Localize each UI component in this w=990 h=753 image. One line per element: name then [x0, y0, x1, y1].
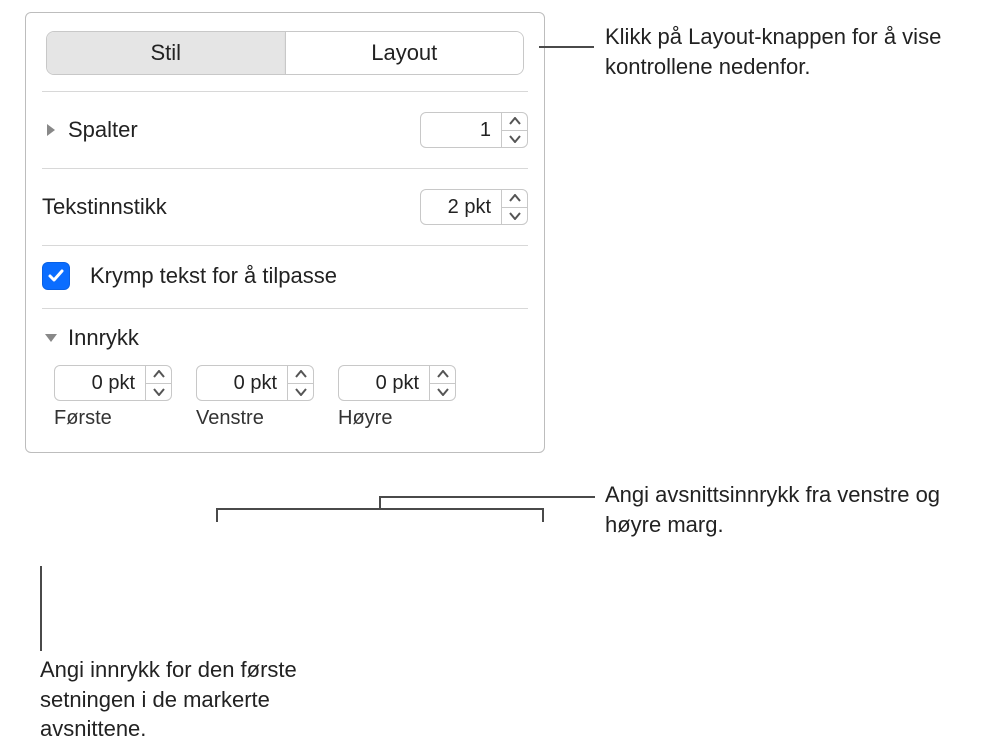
- tab-layout[interactable]: Layout: [285, 32, 524, 74]
- indent-right-stepper[interactable]: 0 pkt: [338, 365, 456, 401]
- lead-line: [539, 46, 594, 48]
- stepper-down-icon[interactable]: [502, 130, 527, 148]
- indent-first-value[interactable]: 0 pkt: [55, 366, 145, 400]
- callout-layout: Klikk på Layout-knappen for å vise kontr…: [605, 22, 975, 81]
- indent-left-value[interactable]: 0 pkt: [197, 366, 287, 400]
- stepper-up-icon[interactable]: [502, 113, 527, 130]
- callout-margins: Angi avsnittsinnrykk fra venstre og høyr…: [605, 480, 975, 539]
- stepper-up-icon[interactable]: [430, 366, 455, 383]
- columns-stepper[interactable]: 1: [420, 112, 528, 148]
- indent-left-label: Venstre: [196, 407, 264, 430]
- indent-right-col: 0 pkt Høyre: [338, 365, 456, 430]
- tab-bar: Stil Layout: [46, 31, 524, 75]
- shrink-checkbox[interactable]: [42, 262, 70, 290]
- stepper-up-icon[interactable]: [146, 366, 171, 383]
- textinset-value[interactable]: 2 pkt: [421, 190, 501, 224]
- stepper-up-icon[interactable]: [288, 366, 313, 383]
- columns-row: Spalter 1: [26, 92, 544, 168]
- stepper-down-icon[interactable]: [502, 207, 527, 225]
- stepper-down-icon[interactable]: [430, 383, 455, 401]
- indent-left-col: 0 pkt Venstre: [196, 365, 314, 430]
- textinset-row: Tekstinnstikk 2 pkt: [26, 169, 544, 245]
- indent-left-stepper[interactable]: 0 pkt: [196, 365, 314, 401]
- chevron-down-icon[interactable]: [42, 332, 60, 344]
- stepper-up-icon[interactable]: [502, 190, 527, 207]
- stepper-down-icon[interactable]: [146, 383, 171, 401]
- columns-label: Spalter: [68, 117, 138, 143]
- indent-right-value[interactable]: 0 pkt: [339, 366, 429, 400]
- indent-first-col: 0 pkt Første: [54, 365, 172, 430]
- indent-first-label: Første: [54, 407, 112, 430]
- shrink-label: Krymp tekst for å tilpasse: [90, 263, 337, 289]
- chevron-right-icon[interactable]: [42, 123, 60, 137]
- layout-panel: Stil Layout Spalter 1 Tekstinnstikk: [25, 12, 545, 453]
- tab-style[interactable]: Stil: [47, 32, 285, 74]
- textinset-label: Tekstinnstikk: [42, 194, 167, 220]
- shrink-row: Krymp tekst for å tilpasse: [26, 246, 544, 308]
- indent-header: Innrykk: [26, 309, 544, 361]
- indent-heading: Innrykk: [68, 325, 139, 351]
- lead-line: [379, 496, 595, 498]
- stepper-down-icon[interactable]: [288, 383, 313, 401]
- textinset-stepper[interactable]: 2 pkt: [420, 189, 528, 225]
- callout-first: Angi innrykk for den første setningen i …: [40, 655, 340, 744]
- columns-value[interactable]: 1: [421, 113, 501, 147]
- lead-line: [40, 566, 42, 651]
- bracket-icon: [216, 508, 544, 522]
- indent-controls: 0 pkt Første 0 pkt Venstre 0 pkt: [26, 361, 544, 430]
- indent-right-label: Høyre: [338, 407, 392, 430]
- indent-first-stepper[interactable]: 0 pkt: [54, 365, 172, 401]
